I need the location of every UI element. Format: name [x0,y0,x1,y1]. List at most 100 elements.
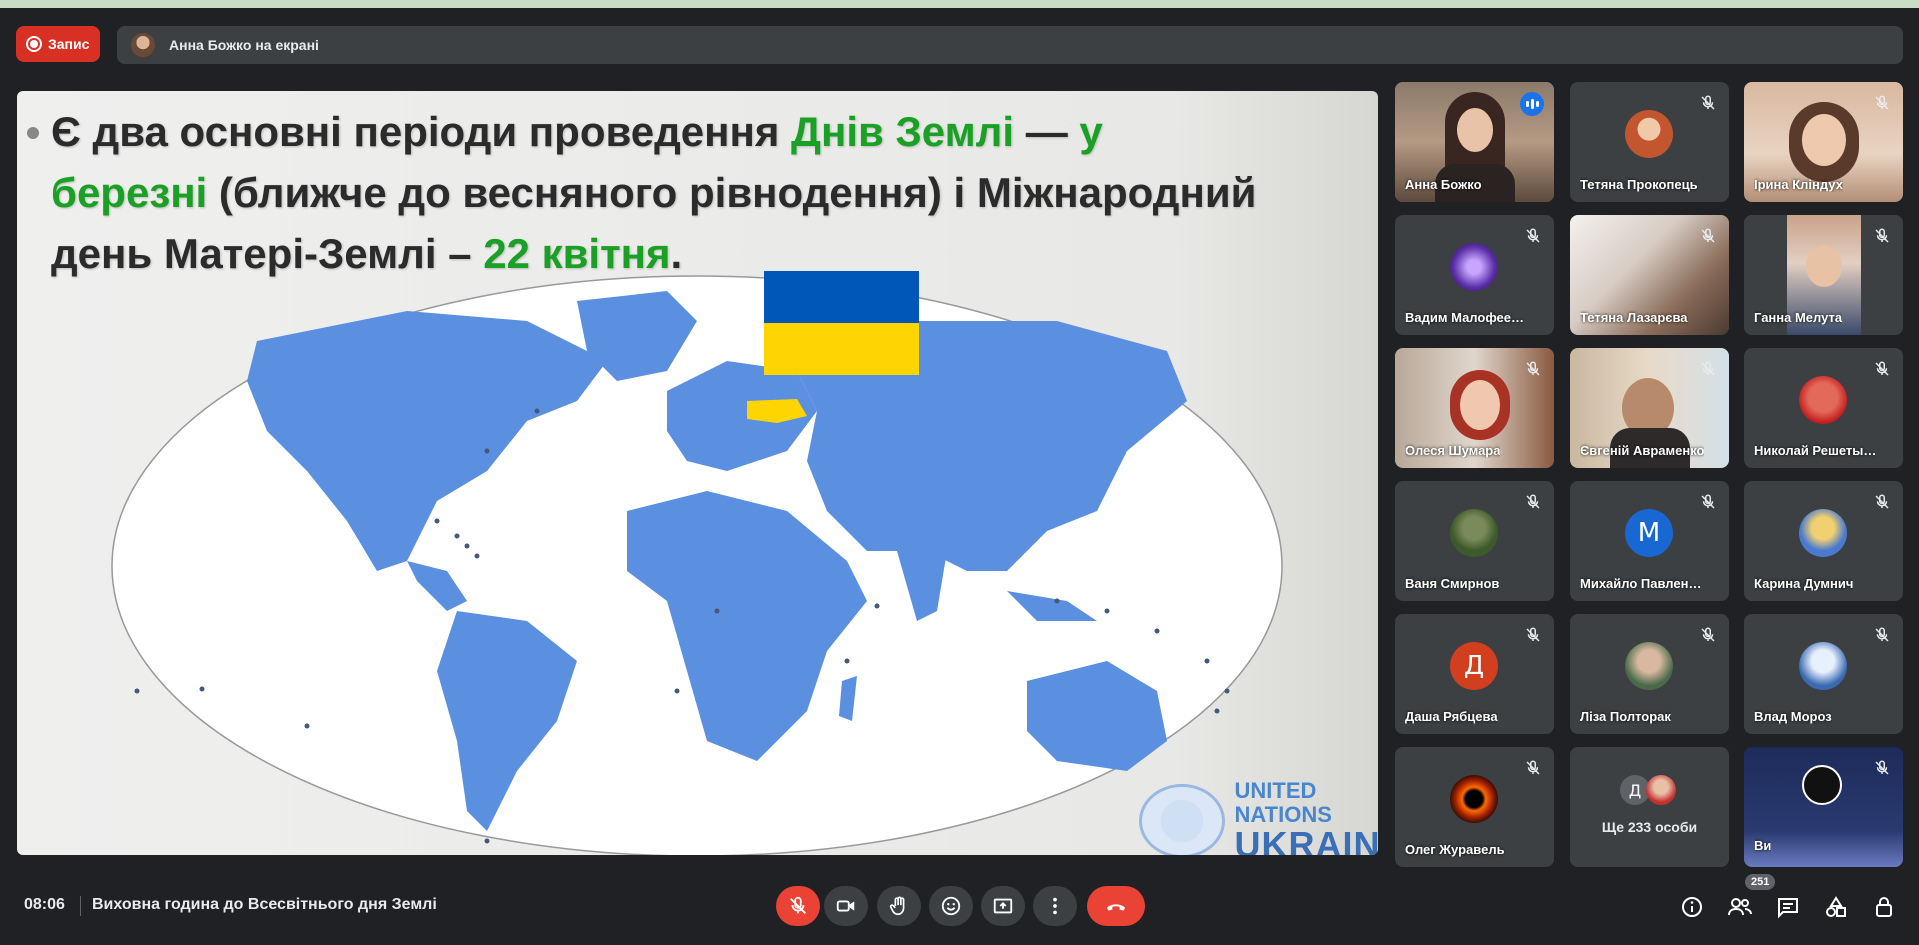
slide-text-part: (ближче до весняного рівнодення) і Міжна… [207,169,1257,216]
slide-text: Є два основні періоди проведення Днів Зе… [51,101,1371,284]
avatar-letter: М [1625,509,1673,557]
participant-tile[interactable]: Ірина Кліндух [1744,82,1903,202]
meeting-title: Виховна година до Всесвітнього дня Землі [92,896,437,913]
logo-line1: UNITED NATIONS [1234,778,1332,827]
participant-tile[interactable]: М Михайло Павлен… [1570,481,1729,601]
mic-off-icon [1875,228,1889,243]
end-call-button[interactable] [1087,886,1145,926]
participant-name: Ліза Полторак [1580,709,1671,724]
avatar [1450,509,1498,557]
camera-icon [836,900,855,912]
mic-toggle-button[interactable] [776,886,820,926]
slide-text-part: Є два основні періоди проведення [51,108,792,155]
people-button[interactable] [1727,894,1753,920]
participant-name: Тетяна Лазарєва [1580,310,1688,325]
bottom-bar: 08:06 Виховна година до Всесвітнього дня… [0,874,1919,945]
camera-toggle-button[interactable] [824,886,868,926]
speaking-indicator-icon [1520,92,1544,116]
mic-off-icon [1875,361,1889,376]
recording-button[interactable]: Запис [16,26,100,62]
participant-tile[interactable]: Анна Божко [1395,82,1554,202]
more-participants-label: Ще 233 особи [1601,819,1698,835]
mic-off-icon [1701,627,1715,642]
clock: 08:06 [24,896,65,913]
people-count-badge: 251 [1745,874,1776,890]
mic-off-icon [1526,361,1540,376]
mic-off-icon [1875,627,1889,642]
mic-off-icon [1701,361,1715,376]
avatar [1450,243,1498,291]
presenter-avatar [131,33,155,57]
present-icon [993,898,1013,914]
slide-text-part: — [1014,108,1080,155]
participant-name: Тетяна Прокопець [1580,177,1698,192]
participant-name: Олеся Шумара [1405,443,1501,458]
avatar-letter: Д [1450,642,1498,690]
participant-tile[interactable]: Вадим Малофее… [1395,215,1554,335]
participant-name: Вадим Малофее… [1405,310,1524,325]
mic-off-icon [1526,627,1540,642]
participant-tile[interactable]: Євгеній Авраменко [1570,348,1729,468]
participant-name: Николай Решеты… [1754,443,1877,458]
window-top-strip [0,0,1919,8]
chat-icon [1778,898,1798,919]
meeting-info-button[interactable] [1679,894,1705,920]
world-map [107,271,1287,855]
mic-off-icon [1875,494,1889,509]
participant-tile[interactable]: Д Даша Рябцева [1395,614,1554,734]
obs-logo-icon [1802,765,1842,805]
slide-text-part: . [670,230,683,277]
participant-name: Карина Думнич [1754,576,1854,591]
more-options-button[interactable] [1033,886,1077,926]
participant-tile[interactable]: Ганна Мелута [1744,215,1903,335]
recording-label: Запис [48,36,90,52]
present-button[interactable] [981,886,1025,926]
activities-button[interactable] [1823,894,1849,920]
un-ukraine-logo: UNITED NATIONS UKRAINE [1139,779,1378,855]
emoji-icon [941,896,961,916]
self-tile[interactable]: Ви [1744,747,1903,867]
participant-tile[interactable]: Влад Мороз [1744,614,1903,734]
participant-tile[interactable]: Тетяна Прокопець [1570,82,1729,202]
people-icon [1728,898,1752,916]
participant-name: Ірина Кліндух [1754,177,1843,192]
avatar [1625,110,1673,158]
logo-line2: UKRAINE [1234,824,1378,856]
slide-text-highlight: березні [51,169,208,216]
participant-tile[interactable]: Ліза Полторак [1570,614,1729,734]
raise-hand-button[interactable] [877,886,921,926]
presenter-bar[interactable]: Анна Божко на екрані [117,26,1903,64]
participant-tile[interactable]: Ваня Смирнов [1395,481,1554,601]
participant-tile[interactable]: Карина Думнич [1744,481,1903,601]
shared-screen: Є два основні періоди проведення Днів Зе… [17,91,1378,855]
participant-tile[interactable]: Тетяна Лазарєва [1570,215,1729,335]
mic-off-icon [1875,95,1889,110]
mic-off-icon [1526,228,1540,243]
participant-tile[interactable]: Николай Решеты… [1744,348,1903,468]
un-emblem-icon [1139,784,1225,855]
host-controls-button[interactable] [1871,894,1897,920]
raise-hand-icon [889,896,905,916]
avatar [1799,642,1847,690]
participant-tile[interactable]: Олеся Шумара [1395,348,1554,468]
more-icon [1053,897,1057,915]
slide-text-highlight: у [1079,108,1103,155]
chat-button[interactable] [1775,894,1801,920]
mic-off-icon [1701,95,1715,110]
reactions-button[interactable] [929,886,973,926]
participant-name: Даша Рябцева [1405,709,1498,724]
divider [80,896,81,916]
participant-name: Ганна Мелута [1754,310,1843,325]
end-call-icon [1106,904,1126,911]
avatar [1625,642,1673,690]
host-controls-icon [1876,897,1892,917]
avatar [1799,376,1847,424]
bullet-icon [27,127,39,139]
participant-tile[interactable]: Олег Журавель [1395,747,1554,867]
participant-name: Ви [1754,838,1772,853]
more-participants-tile[interactable]: Д Ще 233 особи [1570,747,1729,867]
avatar [1799,509,1847,557]
slide-text-highlight: Днів Землі [791,108,1015,155]
participant-name: Євгеній Авраменко [1580,443,1705,458]
participant-name: Анна Божко [1405,177,1482,192]
